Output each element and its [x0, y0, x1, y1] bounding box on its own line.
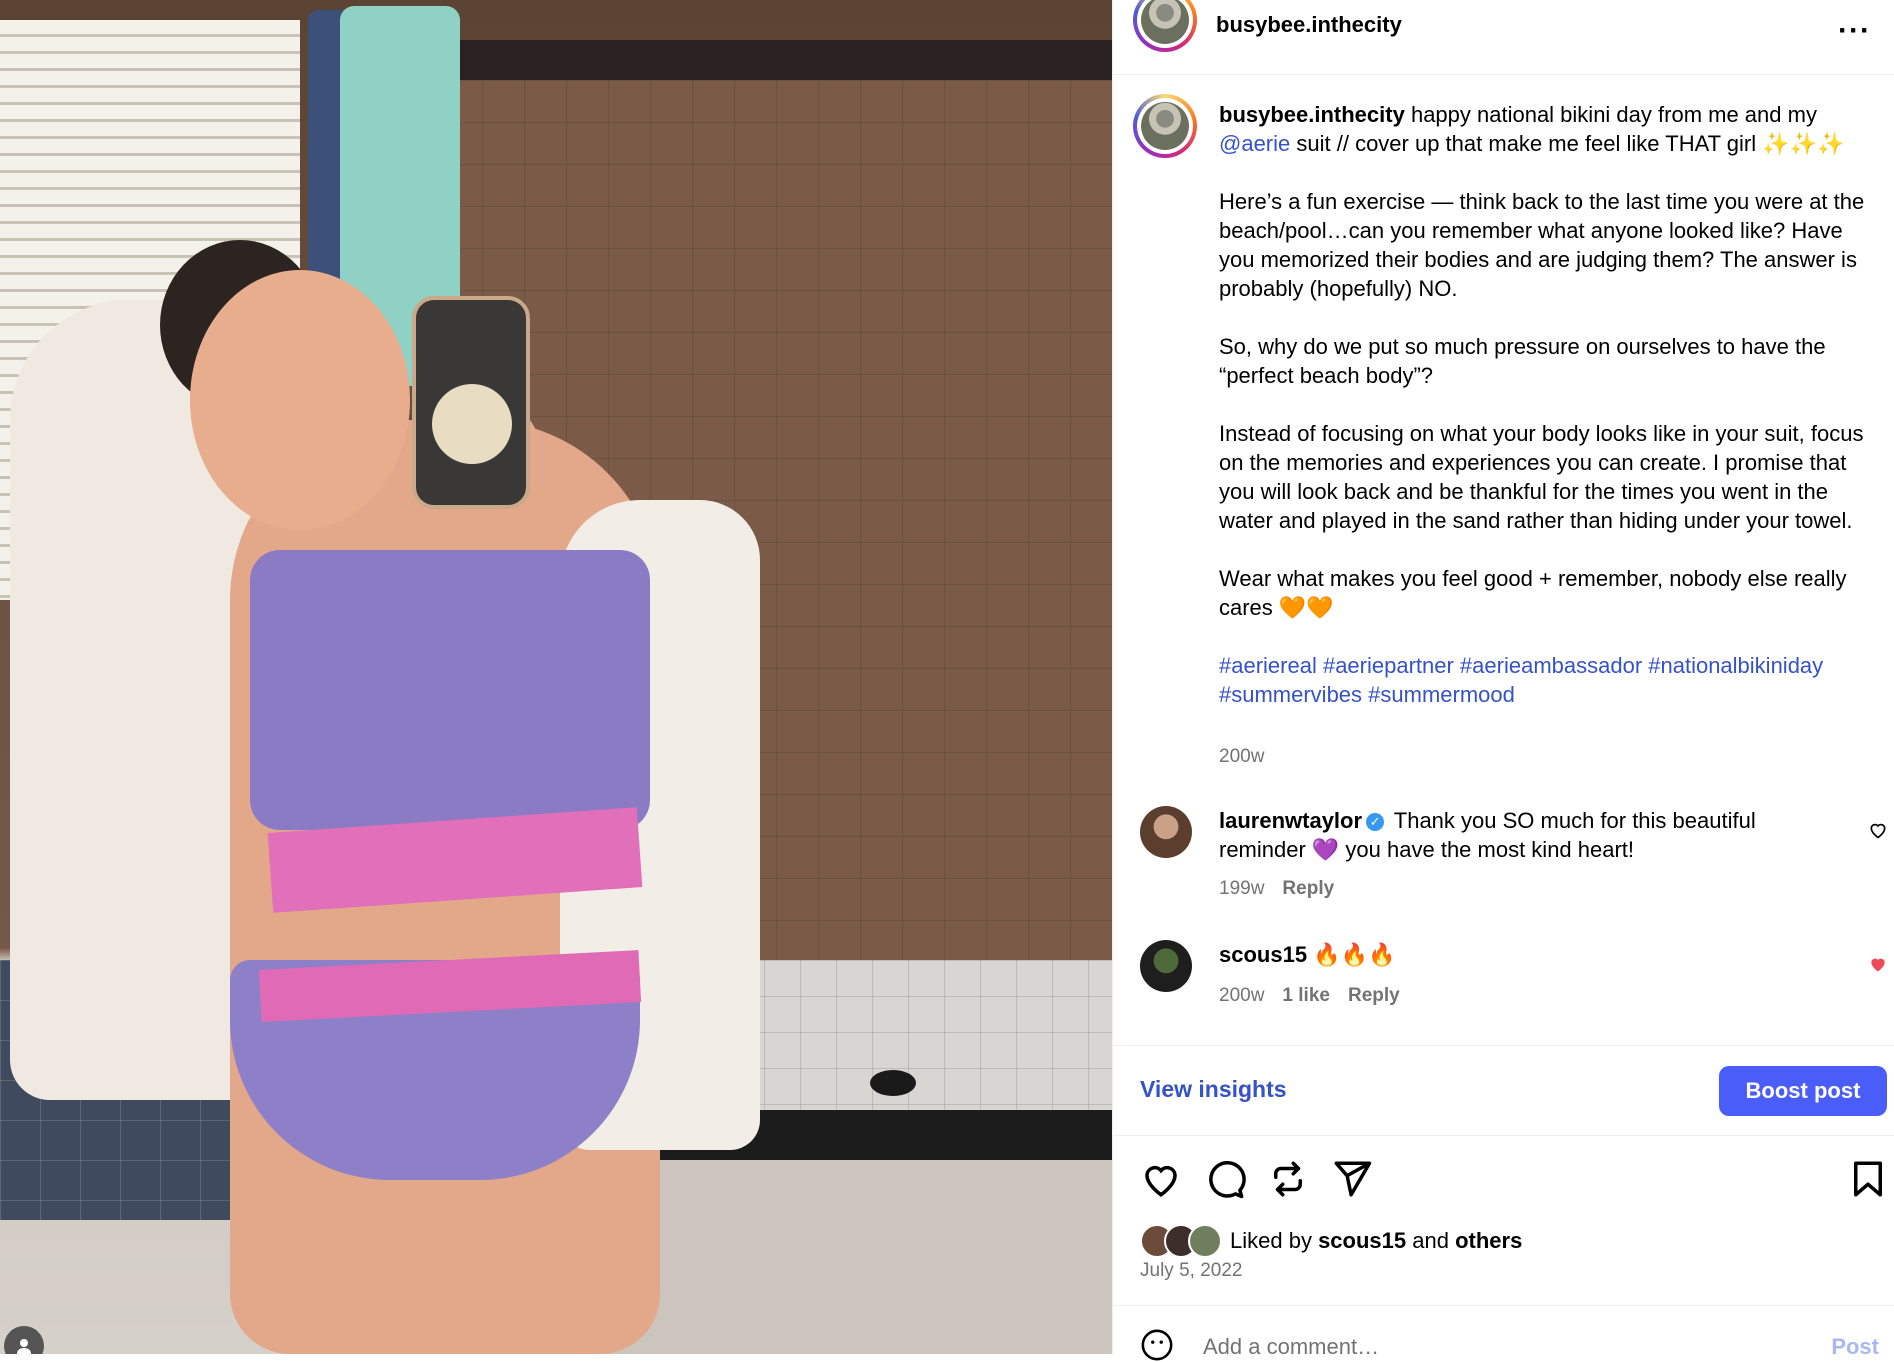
- more-icon[interactable]: ···: [1838, 14, 1871, 48]
- heart-icon[interactable]: [1868, 820, 1888, 840]
- comment-avatar[interactable]: [1140, 806, 1192, 858]
- boost-post-button[interactable]: Boost post: [1719, 1066, 1887, 1116]
- phone-grip: [432, 384, 512, 464]
- shower-ledge: [600, 1160, 1112, 1354]
- liker-avatar: [1188, 1224, 1222, 1258]
- post-panel: busybee.inthecity ··· busybee.inthecity …: [1112, 0, 1894, 1361]
- liked-by: Liked by scous15 and others: [1140, 1224, 1522, 1258]
- shower-drain: [870, 1070, 916, 1096]
- comment-time: 199w: [1219, 878, 1265, 899]
- caption-mention[interactable]: @aerie: [1219, 131, 1290, 156]
- caption-paragraph-5: Wear what makes you feel good + remember…: [1219, 566, 1853, 620]
- comment-meta: 199w Reply: [1219, 878, 1352, 900]
- liked-by-and: and: [1406, 1228, 1456, 1253]
- comment: scous15 🔥🔥🔥: [1219, 940, 1839, 969]
- share-icon[interactable]: [1331, 1158, 1373, 1200]
- comment-time: 200w: [1219, 985, 1265, 1006]
- comment-avatar[interactable]: [1140, 940, 1192, 992]
- user-icon[interactable]: [4, 1326, 44, 1354]
- emoji-icon[interactable]: [1140, 1328, 1174, 1362]
- caption-paragraph-3: So, why do we put so much pressure on ou…: [1219, 334, 1832, 388]
- caption-paragraph-4: Instead of focusing on what your body lo…: [1219, 421, 1870, 533]
- heart-icon[interactable]: [1140, 1158, 1182, 1200]
- heart-icon[interactable]: [1868, 954, 1888, 974]
- repost-icon[interactable]: [1267, 1158, 1309, 1200]
- liked-by-prefix: Liked by: [1230, 1228, 1319, 1253]
- comment: laurenwtaylor ✓ Thank you SO much for thi…: [1219, 806, 1839, 864]
- comment-icon[interactable]: [1204, 1158, 1246, 1200]
- post-header: busybee.inthecity ···: [1113, 0, 1894, 75]
- person-head: [190, 270, 410, 530]
- bikini-top: [250, 550, 650, 830]
- reply-button[interactable]: Reply: [1282, 878, 1334, 899]
- post-photo[interactable]: [0, 0, 1112, 1354]
- comment-meta: 200w 1 like Reply: [1219, 985, 1418, 1007]
- comment-text: 🔥🔥🔥: [1313, 942, 1396, 967]
- comment-username[interactable]: scous15: [1219, 942, 1307, 967]
- divider: [1113, 1045, 1894, 1046]
- comment-likes[interactable]: 1 like: [1282, 985, 1330, 1006]
- caption-text-2: suit // cover up that make me feel like …: [1290, 131, 1845, 156]
- divider: [1113, 1135, 1894, 1136]
- caption-paragraph-2: Here’s a fun exercise — think back to th…: [1219, 189, 1871, 301]
- liked-by-user[interactable]: scous15: [1318, 1228, 1406, 1254]
- comment-input[interactable]: Add a comment…: [1203, 1334, 1379, 1360]
- caption-avatar[interactable]: [1133, 94, 1197, 158]
- comment-username[interactable]: laurenwtaylor: [1219, 808, 1362, 833]
- caption: busybee.inthecity happy national bikini …: [1219, 100, 1869, 709]
- author-username[interactable]: busybee.inthecity: [1216, 12, 1402, 38]
- caption-text-1: happy national bikini day from me and my: [1404, 102, 1817, 127]
- divider: [1113, 1305, 1894, 1306]
- verified-badge: ✓: [1366, 813, 1385, 832]
- caption-username[interactable]: busybee.inthecity: [1219, 102, 1405, 127]
- reply-button[interactable]: Reply: [1348, 985, 1400, 1006]
- post-date: July 5, 2022: [1140, 1260, 1243, 1281]
- view-insights-link[interactable]: View insights: [1140, 1076, 1287, 1103]
- post-comment-button[interactable]: Post: [1831, 1334, 1879, 1360]
- author-avatar[interactable]: [1133, 0, 1197, 52]
- liked-by-others[interactable]: others: [1455, 1228, 1522, 1254]
- caption-hashtags[interactable]: #aeriereal #aeriepartner #aerieambassado…: [1219, 653, 1829, 707]
- caption-time: 200w: [1219, 746, 1265, 767]
- bookmark-icon[interactable]: [1847, 1158, 1889, 1200]
